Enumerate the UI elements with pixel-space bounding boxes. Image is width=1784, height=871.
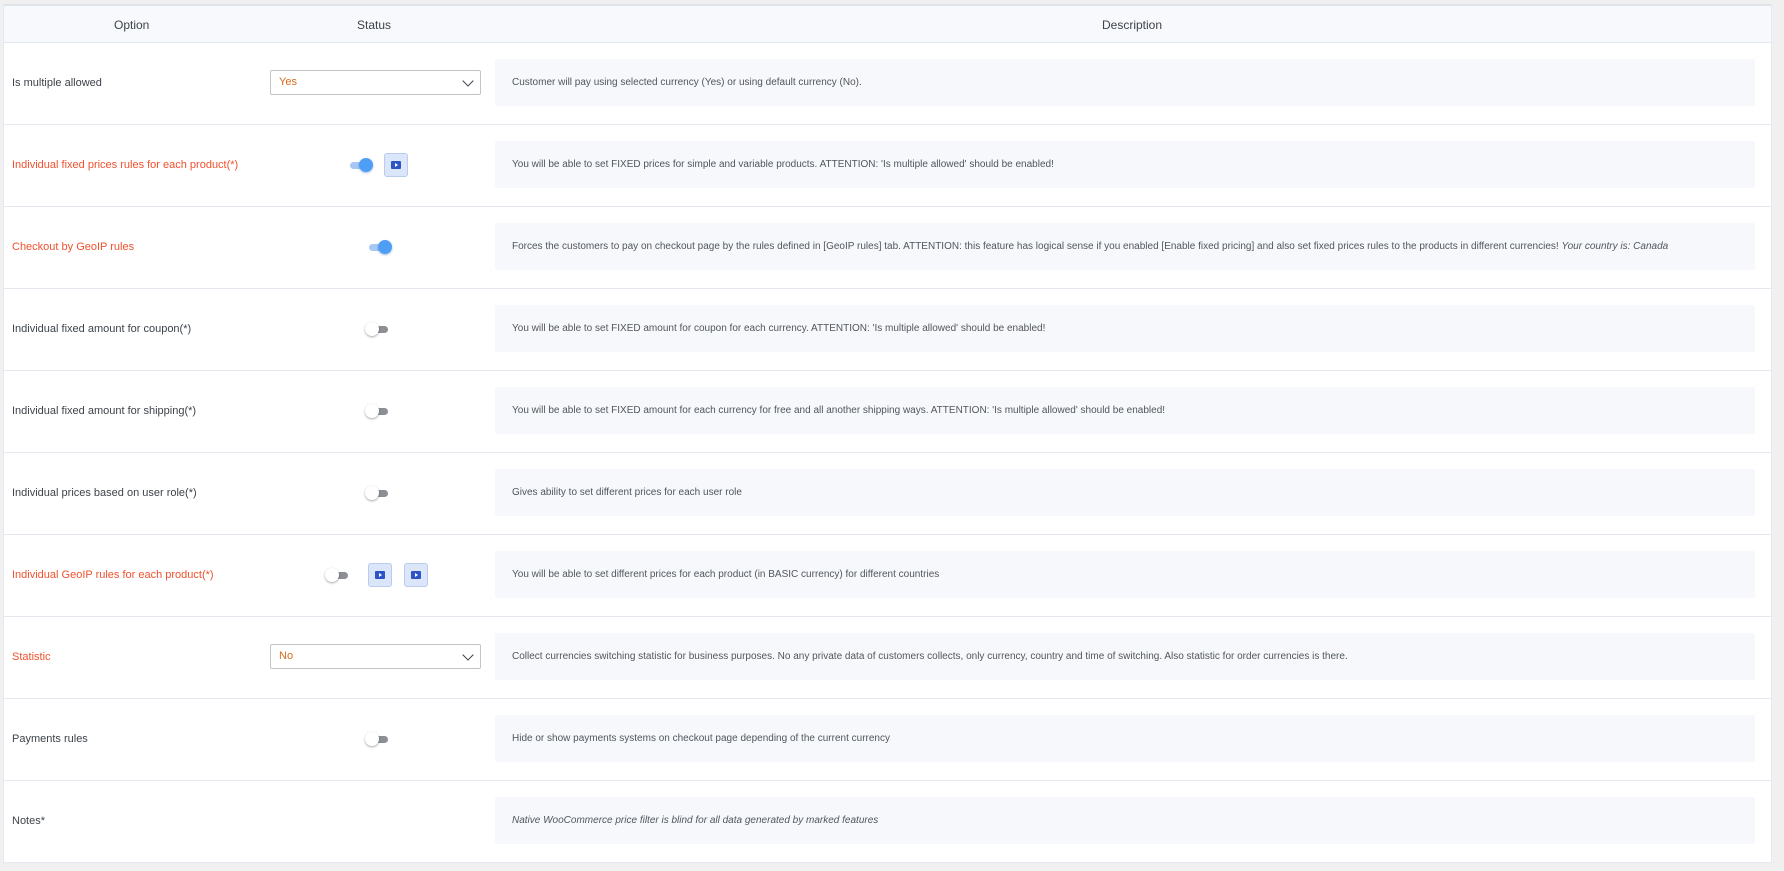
status-cell: No — [267, 616, 487, 698]
fixed-amount-coupon-toggle[interactable] — [365, 322, 389, 336]
statistic-select[interactable]: No — [270, 644, 481, 669]
play-icon — [375, 571, 385, 579]
option-row-payments-rules: Payments rules Hide or show payments sys… — [4, 698, 1771, 781]
options-panel: Option Status Description Is multiple al… — [3, 4, 1772, 863]
prices-user-role-toggle[interactable] — [365, 486, 389, 500]
option-label: Statistic — [12, 651, 51, 663]
status-cell — [267, 534, 487, 616]
table-header: Option Status Description — [4, 6, 1771, 43]
option-description: Gives ability to set different prices fo… — [495, 469, 1755, 516]
toggle-knob — [365, 732, 379, 746]
description-text: Customer will pay using selected currenc… — [512, 77, 862, 88]
option-row-prices-user-role: Individual prices based on user role(*) … — [4, 452, 1771, 535]
toggle-knob — [365, 404, 379, 418]
status-cell — [267, 288, 487, 370]
description-text: You will be able to set different prices… — [512, 569, 940, 580]
description-text: You will be able to set FIXED amount for… — [512, 405, 1166, 416]
status-cell — [267, 370, 487, 452]
play-icon — [411, 571, 421, 579]
option-row-checkout-by-geoip: Checkout by GeoIP rules Forces the custo… — [4, 206, 1771, 289]
chevron-down-icon — [462, 649, 474, 661]
geoip-rules-product-toggle[interactable] — [325, 568, 349, 582]
option-label: Individual fixed prices rules for each p… — [12, 159, 239, 171]
option-description: Forces the customers to pay on checkout … — [495, 223, 1755, 270]
header-option: Option — [114, 18, 150, 32]
option-label: Individual GeoIP rules for each product(… — [12, 569, 214, 581]
video-tutorial-icon[interactable] — [368, 563, 392, 587]
notes-text: Native WooCommerce price filter is blind… — [512, 815, 879, 826]
description-text: Hide or show payments systems on checkou… — [512, 733, 890, 744]
header-status: Status — [357, 18, 392, 32]
status-cell — [267, 452, 487, 534]
option-label: Individual prices based on user role(*) — [12, 487, 197, 499]
toggle-knob — [365, 322, 379, 336]
select-value: No — [279, 650, 294, 662]
toggle-knob — [325, 568, 339, 582]
fixed-prices-rules-toggle[interactable] — [347, 158, 373, 172]
fixed-amount-shipping-toggle[interactable] — [365, 404, 389, 418]
option-description: You will be able to set FIXED amount for… — [495, 305, 1755, 352]
option-row-statistic: Statistic No Collect currencies switchin… — [4, 616, 1771, 699]
header-description: Description — [1102, 18, 1163, 32]
option-description: You will be able to set FIXED prices for… — [495, 141, 1755, 188]
status-cell — [267, 124, 487, 206]
description-text: You will be able to set FIXED amount for… — [512, 323, 1046, 334]
option-description: Native WooCommerce price filter is blind… — [495, 797, 1755, 844]
toggle-knob — [359, 158, 373, 172]
chevron-down-icon — [462, 75, 474, 87]
option-row-fixed-amount-coupon: Individual fixed amount for coupon(*) Yo… — [4, 288, 1771, 371]
option-label: Checkout by GeoIP rules — [12, 241, 135, 253]
description-text: Collect currencies switching statistic f… — [512, 651, 1348, 662]
option-label: Individual fixed amount for shipping(*) — [12, 405, 197, 417]
checkout-geoip-toggle[interactable] — [366, 240, 392, 254]
option-row-fixed-amount-shipping: Individual fixed amount for shipping(*) … — [4, 370, 1771, 453]
option-description: Customer will pay using selected currenc… — [495, 59, 1755, 106]
video-tutorial-icon[interactable] — [404, 563, 428, 587]
toggle-knob — [365, 486, 379, 500]
option-row-fixed-prices-rules: Individual fixed prices rules for each p… — [4, 124, 1771, 207]
option-row-geoip-rules-product: Individual GeoIP rules for each product(… — [4, 534, 1771, 617]
status-cell — [267, 698, 487, 780]
status-cell — [267, 206, 487, 288]
description-text: You will be able to set FIXED prices for… — [512, 159, 1054, 170]
status-cell: Yes — [267, 42, 487, 124]
description-text: Forces the customers to pay on checkout … — [512, 241, 1559, 252]
video-tutorial-icon[interactable] — [384, 153, 408, 177]
option-description: You will be able to set different prices… — [495, 551, 1755, 598]
play-icon — [391, 161, 401, 169]
option-label: Payments rules — [12, 733, 88, 745]
option-description: You will be able to set FIXED amount for… — [495, 387, 1755, 434]
option-label: Is multiple allowed — [12, 77, 102, 89]
is-multiple-allowed-select[interactable]: Yes — [270, 70, 481, 95]
option-description: Collect currencies switching statistic f… — [495, 633, 1755, 680]
toggle-knob — [378, 240, 392, 254]
option-label: Notes* — [12, 815, 46, 827]
payments-rules-toggle[interactable] — [365, 732, 389, 746]
option-label: Individual fixed amount for coupon(*) — [12, 323, 192, 335]
option-description: Hide or show payments systems on checkou… — [495, 715, 1755, 762]
option-row-notes: Notes* Native WooCommerce price filter i… — [4, 780, 1771, 862]
select-value: Yes — [279, 76, 297, 88]
option-row-is-multiple-allowed: Is multiple allowed Yes Customer will pa… — [4, 42, 1771, 125]
description-text: Gives ability to set different prices fo… — [512, 487, 742, 498]
country-note: Your country is: Canada — [1561, 241, 1669, 252]
